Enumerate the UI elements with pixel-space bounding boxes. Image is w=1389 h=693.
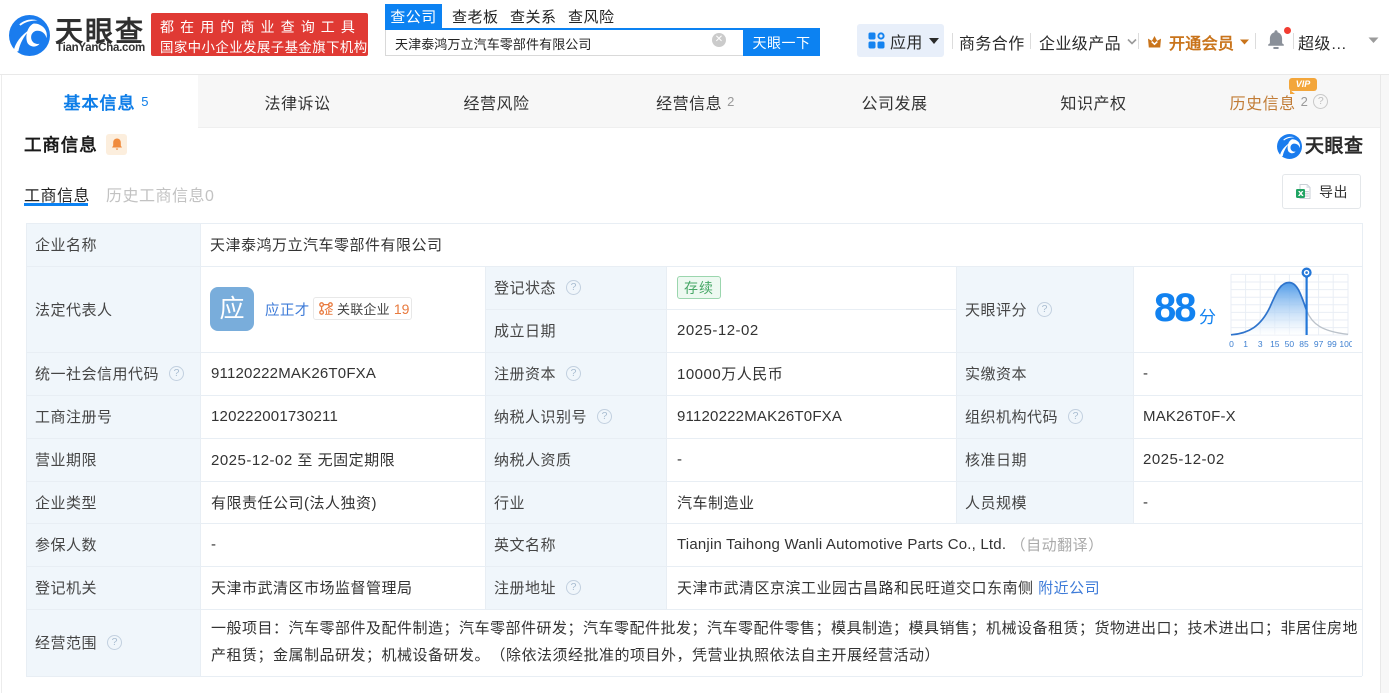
- svg-text:0: 0: [1229, 339, 1234, 348]
- svg-text:15: 15: [1270, 339, 1280, 348]
- svg-text:1: 1: [1243, 339, 1248, 348]
- svg-text:3: 3: [1258, 339, 1263, 348]
- svg-text:100: 100: [1339, 339, 1352, 348]
- svg-text:97: 97: [1314, 339, 1324, 348]
- svg-text:99: 99: [1327, 339, 1337, 348]
- svg-text:85: 85: [1299, 339, 1309, 348]
- svg-text:企: 企: [324, 306, 333, 315]
- svg-text:50: 50: [1285, 339, 1295, 348]
